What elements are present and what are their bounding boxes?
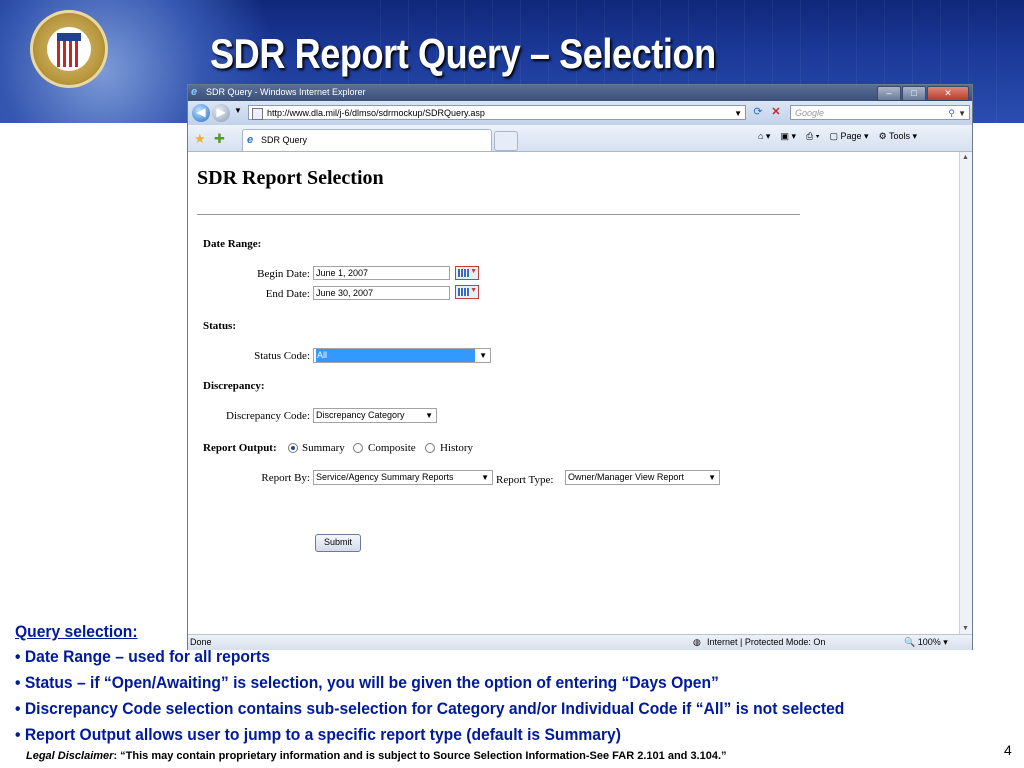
search-dropdown-icon[interactable]: ▼ — [958, 106, 966, 121]
feeds-icon[interactable]: ▣ ▾ — [780, 131, 796, 142]
report-output-label: Report Output: — [203, 442, 277, 454]
zoom-level[interactable]: 🔍 100% ▾ — [904, 635, 948, 650]
legal-disclaimer: Legal Disclaimer: “This may contain prop… — [26, 750, 727, 762]
tab-bar: ★ ✚ e SDR Query ⌂ ▾ ▣ ▾ ⎙ ▾ ▢ Page ▾ ⚙ T… — [188, 125, 972, 152]
begin-calendar-icon[interactable]: ▼ — [455, 266, 479, 280]
browser-window: e SDR Query - Windows Internet Explorer … — [187, 84, 973, 650]
add-favorites-icon[interactable]: ✚ — [214, 131, 225, 147]
notes-heading: Query selection: — [15, 622, 138, 641]
report-type-select[interactable]: Owner/Manager View Report ▼ — [565, 470, 720, 485]
report-type-label: Report Type: — [496, 474, 554, 486]
address-input[interactable]: http://www.dla.mil/j-6/dlmso/sdrmockup/S… — [248, 105, 746, 120]
window-title: SDR Query - Windows Internet Explorer — [206, 87, 366, 97]
close-window-button[interactable]: ✕ — [927, 86, 969, 101]
favorites-star-icon[interactable]: ★ — [194, 131, 206, 147]
back-arrow-icon[interactable]: ◀ — [192, 104, 210, 122]
print-icon[interactable]: ⎙ ▾ — [806, 131, 819, 142]
disclaimer-text: : “This may contain proprietary informat… — [113, 750, 727, 762]
end-date-input[interactable]: June 30, 2007 — [313, 286, 450, 300]
slide-title: SDR Report Query – Selection — [210, 30, 716, 77]
maximize-button[interactable]: □ — [902, 86, 926, 101]
end-date-label: End Date: — [265, 288, 310, 300]
address-toolbar: ◀ ▶ ▼ http://www.dla.mil/j-6/dlmso/sdrmo… — [188, 101, 972, 125]
radio-summary-label: Summary — [302, 442, 345, 454]
page-menu[interactable]: ▢ Page ▾ — [829, 131, 868, 142]
end-calendar-icon[interactable]: ▼ — [455, 285, 479, 299]
note-bullet: • Report Output allows user to jump to a… — [15, 725, 621, 744]
vertical-scrollbar[interactable]: ▲ ▼ — [959, 152, 972, 634]
radio-history[interactable] — [425, 443, 435, 453]
report-by-value: Service/Agency Summary Reports — [316, 472, 454, 482]
radio-composite-label: Composite — [368, 442, 416, 454]
chevron-down-icon: ▼ — [481, 473, 489, 482]
page-content: SDR Report Selection Date Range: Begin D… — [188, 152, 960, 634]
discrepancy-code-select[interactable]: Discrepancy Category ▼ — [313, 408, 437, 423]
chevron-down-icon: ▼ — [425, 411, 433, 420]
address-url: http://www.dla.mil/j-6/dlmso/sdrmockup/S… — [267, 108, 485, 118]
tab-title: SDR Query — [261, 135, 308, 145]
begin-date-input[interactable]: June 1, 2007 — [313, 266, 450, 280]
address-dropdown-icon[interactable]: ▼ — [734, 106, 742, 121]
divider — [197, 214, 800, 215]
minimize-button[interactable]: – — [877, 86, 901, 101]
ie-logo-icon: e — [191, 86, 198, 98]
disclaimer-label: Legal Disclaimer — [26, 750, 114, 762]
search-input[interactable]: Google ⚲ ▼ — [790, 105, 970, 120]
window-titlebar: e SDR Query - Windows Internet Explorer … — [188, 85, 972, 101]
status-code-label: Status Code: — [254, 350, 310, 362]
note-bullet: • Discrepancy Code selection contains su… — [15, 699, 845, 718]
status-code-select[interactable]: All ▼ — [313, 348, 491, 363]
history-dropdown-icon[interactable]: ▼ — [234, 106, 242, 115]
report-by-select[interactable]: Service/Agency Summary Reports ▼ — [313, 470, 493, 485]
dla-seal-logo — [30, 10, 108, 88]
home-icon[interactable]: ⌂ ▾ — [758, 131, 770, 142]
query-notes: Query selection: • Date Range – used for… — [15, 622, 844, 751]
radio-summary[interactable] — [288, 443, 298, 453]
page-icon — [252, 108, 263, 120]
discrepancy-code-label: Discrepancy Code: — [226, 410, 310, 422]
stop-icon[interactable]: ✕ — [768, 105, 784, 120]
begin-date-label: Begin Date: — [257, 268, 310, 280]
date-range-label: Date Range: — [203, 238, 262, 250]
discrepancy-code-value: Discrepancy Category — [316, 410, 405, 420]
scroll-down-icon[interactable]: ▼ — [962, 625, 969, 632]
note-bullet: • Date Range – used for all reports — [15, 647, 270, 666]
report-type-value: Owner/Manager View Report — [568, 472, 684, 482]
note-bullet: • Status – if “Open/Awaiting” is selecti… — [15, 673, 719, 692]
submit-button[interactable]: Submit — [315, 534, 361, 552]
radio-history-label: History — [440, 442, 473, 454]
discrepancy-label: Discrepancy: — [203, 380, 265, 392]
scroll-up-icon[interactable]: ▲ — [962, 154, 969, 161]
radio-composite[interactable] — [353, 443, 363, 453]
forward-arrow-icon[interactable]: ▶ — [212, 104, 230, 122]
ie-tab-icon: e — [247, 134, 254, 146]
refresh-icon[interactable]: ⟳ — [750, 105, 766, 120]
status-code-value: All — [316, 349, 475, 362]
form-heading: SDR Report Selection — [197, 167, 384, 189]
new-tab-button[interactable] — [494, 131, 518, 151]
chevron-down-icon: ▼ — [479, 351, 487, 360]
report-by-label: Report By: — [261, 472, 310, 484]
search-placeholder: Google — [795, 108, 825, 118]
tools-menu[interactable]: ⚙ Tools ▾ — [879, 131, 917, 142]
tab-sdr-query[interactable]: e SDR Query — [242, 129, 492, 151]
page-number: 4 — [1004, 742, 1012, 758]
search-icon[interactable]: ⚲ — [948, 106, 955, 121]
status-label: Status: — [203, 320, 237, 332]
chevron-down-icon: ▼ — [708, 473, 716, 482]
